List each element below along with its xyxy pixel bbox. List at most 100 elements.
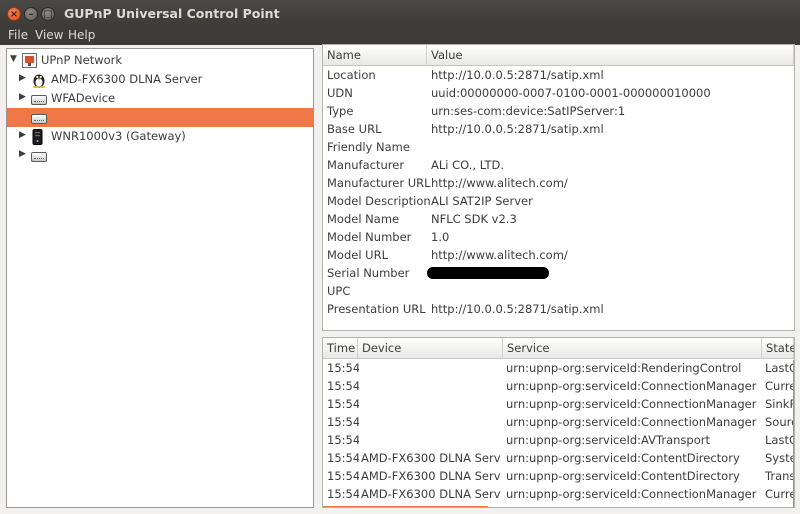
event-time: 15:54 [327, 415, 359, 429]
expand-arrow-icon[interactable]: ▶ [19, 92, 26, 102]
detail-key: Base URL [327, 122, 382, 136]
detail-key: Presentation URL [327, 302, 426, 316]
column-header-state[interactable]: State [762, 338, 794, 359]
tree-item-unnamed-device[interactable]: ▶ [7, 146, 313, 165]
detail-row: Model URL http://www.alitech.com/ [323, 246, 794, 264]
event-time: 15:54 [327, 361, 359, 375]
device-details-table: Name Value Location http://10.0.0.5:2871/… [322, 44, 795, 331]
detail-row: Model Name NFLC SDK v2.3 [323, 210, 794, 228]
event-state: LastC [765, 433, 794, 447]
detail-value: http://10.0.0.5:2871/satip.xml [431, 122, 604, 136]
event-device: AMD-FX6300 DLNA Server [361, 487, 501, 501]
drive-icon [31, 91, 47, 108]
detail-row: Type urn:ses-com:device:SatIPServer:1 [323, 102, 794, 120]
detail-row: Location http://10.0.0.5:2871/satip.xml [323, 66, 794, 84]
detail-value: http://10.0.0.5:2871/satip.xml [431, 302, 604, 316]
detail-value: uuid:00000000-0007-0100-0001-00000001000… [431, 86, 711, 100]
tree-item-wnr1000v3[interactable]: ▶ WNR1000v3 (Gateway) [7, 127, 313, 146]
event-row[interactable]: 15:54 urn:upnp-org:serviceId:ConnectionMa… [323, 395, 794, 413]
detail-row: Manufacturer URL http://www.alitech.com/ [323, 174, 794, 192]
event-service: urn:upnp-org:serviceId:AVTransport [506, 433, 710, 447]
detail-key: Model Name [327, 212, 400, 226]
event-row[interactable]: 15:54 AMD-FX6300 DLNA Server urn:upnp-org:… [323, 467, 794, 485]
tree-item-wfadevice[interactable]: ▶ WFADevice [7, 89, 313, 108]
detail-row: Model Description ALI SAT2IP Server [323, 192, 794, 210]
expand-arrow-icon[interactable]: ▶ [19, 149, 26, 159]
menu-file[interactable]: File [8, 28, 28, 42]
detail-row: Serial Number [323, 264, 794, 282]
event-time: 15:54 [327, 451, 359, 465]
detail-value: NFLC SDK v2.3 [431, 212, 517, 226]
detail-row: Friendly Name [323, 138, 794, 156]
detail-key: Friendly Name [327, 140, 410, 154]
detail-key: Serial Number [327, 266, 410, 280]
event-time: 15:54 [327, 433, 359, 447]
detail-key: Location [327, 68, 376, 82]
event-row[interactable]: 15:54 urn:upnp-org:serviceId:ConnectionMa… [323, 413, 794, 431]
event-service: urn:upnp-org:serviceId:ConnectionManager [506, 379, 757, 393]
horizontal-scrollbar[interactable] [323, 506, 488, 507]
event-row[interactable]: 15:54 urn:upnp-org:serviceId:AVTransport L… [323, 431, 794, 449]
detail-key: UDN [327, 86, 353, 100]
close-icon: × [9, 9, 19, 20]
drive-icon [31, 148, 47, 165]
detail-key: Model Description [327, 194, 431, 208]
tree-item-amd-fx6300[interactable]: ▶ AMD-FX6300 DLNA Server [7, 70, 313, 89]
detail-value: urn:ses-com:device:SatIPServer:1 [431, 104, 626, 118]
event-state: SinkP [765, 397, 794, 411]
minimize-window-button[interactable]: – [24, 7, 38, 21]
maximize-icon: □ [43, 9, 53, 20]
detail-key: Model URL [327, 248, 388, 262]
column-header-value[interactable]: Value [427, 45, 794, 66]
close-window-button[interactable]: × [7, 7, 21, 21]
event-time: 15:54 [327, 379, 359, 393]
menu-view[interactable]: View [35, 28, 63, 42]
event-service: urn:upnp-org:serviceId:ConnectionManager [506, 487, 757, 501]
detail-value: http://www.alitech.com/ [431, 176, 568, 190]
event-time: 15:54 [327, 487, 359, 501]
detail-row: Presentation URL http://10.0.0.5:2871/sat… [323, 300, 794, 318]
device-tree[interactable]: ▼ UPnP Network ▶ AMD-FX6300 DLNA Server [6, 48, 314, 508]
title-bar: × – □ GUPnP Universal Control Point [0, 0, 800, 27]
network-icon [22, 53, 37, 71]
event-service: urn:upnp-org:serviceId:ConnectionManager [506, 415, 757, 429]
detail-row: UDN uuid:00000000-0007-0100-0001-00000001… [323, 84, 794, 102]
event-row[interactable]: 15:54 AMD-FX6300 DLNA Server urn:upnp-org:… [323, 485, 794, 503]
tree-item-label: WNR1000v3 (Gateway) [51, 129, 186, 143]
column-header-time[interactable]: Time [323, 338, 358, 359]
window-title: GUPnP Universal Control Point [64, 6, 280, 21]
event-row[interactable]: 15:54 urn:upnp-org:serviceId:ConnectionMa… [323, 377, 794, 395]
expand-arrow-icon[interactable]: ▶ [19, 73, 26, 83]
column-header-name[interactable]: Name [323, 45, 427, 66]
tree-item-selected-device[interactable] [7, 108, 313, 127]
detail-row: Manufacturer ALi CO., LTD. [323, 156, 794, 174]
detail-value: 1.0 [431, 230, 450, 244]
event-row[interactable]: 15:54 urn:upnp-org:serviceId:RenderingCon… [323, 359, 794, 377]
event-row[interactable]: 15:54 AMD-FX6300 DLNA Server urn:upnp-org:… [323, 449, 794, 467]
drive-icon [31, 110, 47, 127]
menu-help[interactable]: Help [68, 28, 95, 42]
event-service: urn:upnp-org:serviceId:ContentDirectory [506, 451, 740, 465]
column-header-device[interactable]: Device [358, 338, 503, 359]
tree-root-label: UPnP Network [41, 53, 123, 67]
tree-root[interactable]: ▼ UPnP Network [7, 51, 313, 70]
event-service: urn:upnp-org:serviceId:RenderingControl [506, 361, 742, 375]
event-device: AMD-FX6300 DLNA Server [361, 469, 501, 483]
vertical-scrollbar[interactable] [793, 360, 794, 507]
detail-key: Model Number [327, 230, 412, 244]
maximize-window-button[interactable]: □ [41, 7, 55, 21]
detail-value: http://www.alitech.com/ [431, 248, 568, 262]
menu-bar: File View Help [0, 27, 800, 45]
collapse-arrow-icon[interactable]: ▼ [10, 54, 17, 64]
detail-row: Model Number 1.0 [323, 228, 794, 246]
expand-arrow-icon[interactable]: ▶ [19, 130, 26, 140]
tree-item-label: AMD-FX6300 DLNA Server [51, 72, 203, 86]
event-time: 15:54 [327, 397, 359, 411]
redacted-serial-bar [427, 267, 549, 279]
detail-value: ALi CO., LTD. [431, 158, 505, 172]
tree-item-label: WFADevice [51, 91, 116, 105]
detail-row: Base URL http://10.0.0.5:2871/satip.xml [323, 120, 794, 138]
event-state: Sourc [765, 415, 794, 429]
event-state: Syste [765, 451, 794, 465]
column-header-service[interactable]: Service [503, 338, 762, 359]
